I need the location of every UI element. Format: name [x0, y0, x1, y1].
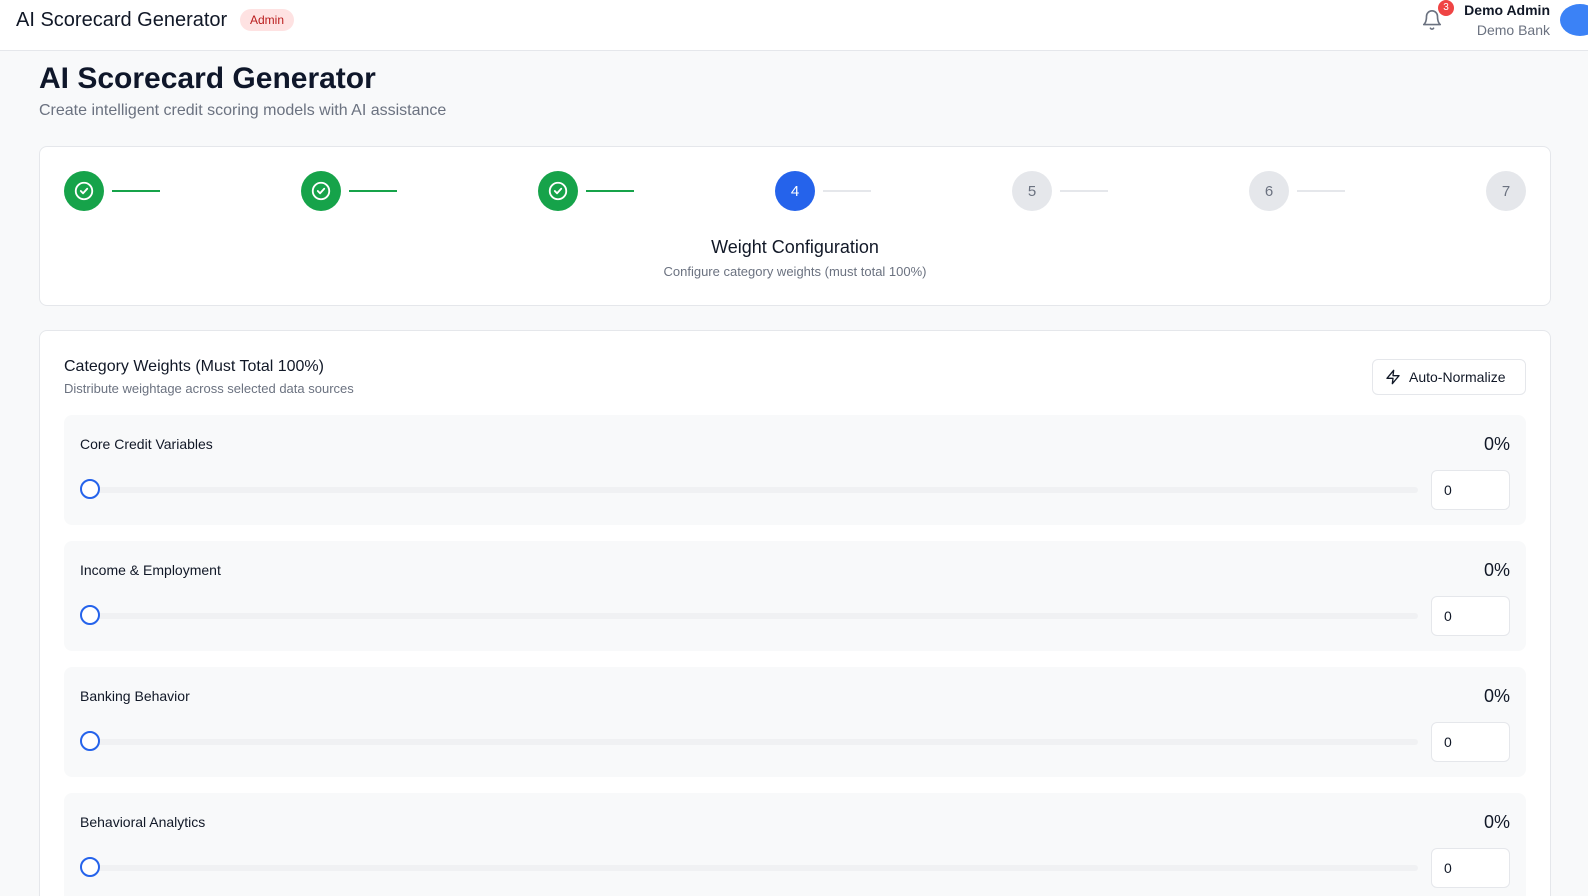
weight-slider-thumb[interactable]	[80, 479, 100, 499]
category-percent: 0%	[1483, 812, 1510, 832]
notification-count-badge: 3	[1438, 0, 1454, 16]
category-label: Banking Behavior	[80, 688, 190, 704]
weight-slider-track[interactable]	[90, 865, 1418, 871]
category-label: Behavioral Analytics	[80, 814, 206, 830]
weight-input[interactable]	[1431, 722, 1510, 762]
category-row: Banking Behavior 0%	[64, 667, 1526, 777]
step-6-indicator[interactable]: 6	[1249, 171, 1289, 211]
role-badge: Admin	[240, 9, 295, 31]
category-weights-card: Category Weights (Must Total 100%) Distr…	[39, 330, 1551, 896]
step-number: 6	[1264, 182, 1274, 200]
auto-normalize-label: Auto-Normalize	[1409, 369, 1506, 385]
step-connector	[1297, 190, 1345, 192]
category-row: Behavioral Analytics 0%	[64, 793, 1526, 896]
step-connector	[1060, 190, 1108, 192]
step-5-indicator[interactable]: 5	[1012, 171, 1052, 211]
category-row: Core Credit Variables 0%	[64, 415, 1526, 525]
app-title: AI Scorecard Generator	[16, 9, 228, 31]
category-weights-description: Distribute weightage across selected dat…	[64, 381, 354, 396]
check-circle-icon	[74, 181, 94, 201]
step-number: 4	[790, 182, 800, 200]
category-percent: 0%	[1483, 560, 1510, 580]
weight-slider-thumb[interactable]	[80, 605, 100, 625]
current-step-title: Weight Configuration	[711, 237, 879, 257]
check-circle-icon	[548, 181, 568, 201]
category-percent: 0%	[1483, 686, 1510, 706]
stepper-card: 4 5 6 7 Weight Configuration Configure cate…	[39, 146, 1551, 306]
check-circle-icon	[311, 181, 331, 201]
category-row: Income & Employment 0%	[64, 541, 1526, 651]
step-connector	[349, 190, 397, 192]
category-percent: 0%	[1483, 434, 1510, 454]
step-2-indicator[interactable]	[301, 171, 341, 211]
current-step-description: Configure category weights (must total 1…	[663, 264, 927, 279]
zap-icon	[1386, 369, 1400, 385]
weight-slider-track[interactable]	[90, 613, 1418, 619]
weight-slider-thumb[interactable]	[80, 731, 100, 751]
step-number: 7	[1501, 182, 1511, 200]
auto-normalize-button[interactable]: Auto-Normalize	[1372, 359, 1526, 395]
category-label: Income & Employment	[80, 562, 221, 578]
weight-slider-track[interactable]	[90, 739, 1418, 745]
page-title: AI Scorecard Generator	[39, 62, 376, 95]
step-connector	[112, 190, 160, 192]
avatar[interactable]	[1560, 4, 1588, 36]
weight-input[interactable]	[1431, 470, 1510, 510]
step-4-indicator[interactable]: 4	[775, 171, 815, 211]
category-weights-title: Category Weights (Must Total 100%)	[64, 358, 324, 375]
weight-slider-thumb[interactable]	[80, 857, 100, 877]
step-7-indicator[interactable]: 7	[1486, 171, 1526, 211]
top-bar: AI Scorecard Generator Admin 3 Demo Admi…	[0, 0, 1588, 51]
step-1-indicator[interactable]	[64, 171, 104, 211]
step-3-indicator[interactable]	[538, 171, 578, 211]
step-connector	[823, 190, 871, 192]
step-connector	[586, 190, 634, 192]
user-organization: Demo Bank	[1476, 22, 1550, 38]
page-subtitle: Create intelligent credit scoring models…	[39, 102, 447, 119]
category-label: Core Credit Variables	[80, 436, 213, 452]
user-name[interactable]: Demo Admin	[1464, 2, 1550, 18]
step-number: 5	[1027, 182, 1037, 200]
weight-input[interactable]	[1431, 848, 1510, 888]
weight-input[interactable]	[1431, 596, 1510, 636]
weight-slider-track[interactable]	[90, 487, 1418, 493]
